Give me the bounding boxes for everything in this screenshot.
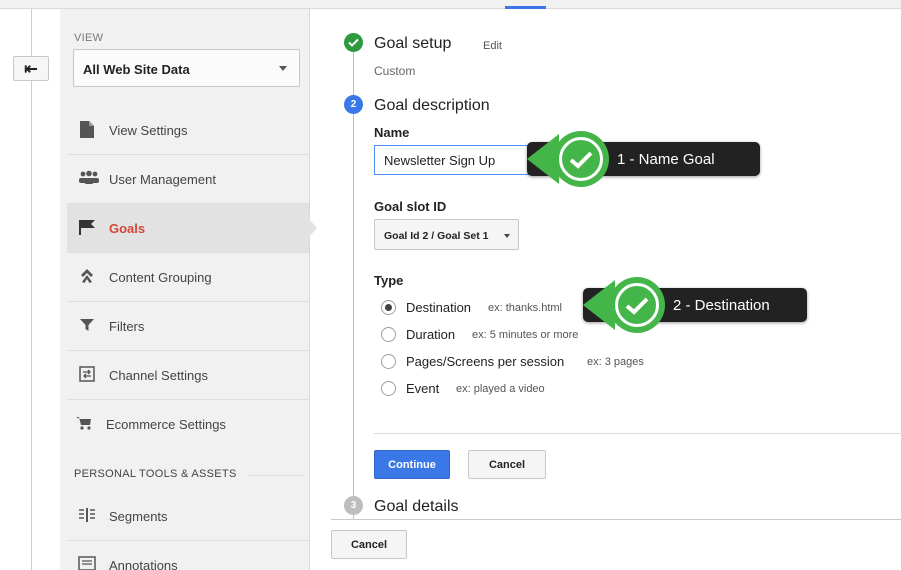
bottom-cancel-button[interactable]: Cancel bbox=[331, 530, 407, 559]
step-goal-description-title: Goal description bbox=[374, 97, 490, 114]
sidebar-item-filters[interactable]: Filters bbox=[67, 302, 309, 351]
sidebar-item-label: Content Grouping bbox=[109, 270, 212, 285]
callout-destination: 2 - Destination bbox=[583, 277, 807, 333]
section-divider bbox=[248, 475, 304, 476]
step-goal-setup-title: Goal setup bbox=[374, 35, 452, 52]
chevron-down-icon bbox=[504, 234, 510, 238]
annotations-icon bbox=[78, 556, 96, 570]
callout-name-goal: 1 - Name Goal bbox=[527, 131, 760, 187]
bottom-divider bbox=[331, 519, 901, 520]
back-button[interactable]: ⇤ bbox=[13, 56, 49, 81]
view-label: VIEW bbox=[74, 32, 104, 44]
step-goal-details-title: Goal details bbox=[374, 498, 459, 515]
checkmark-badge-icon bbox=[609, 277, 665, 333]
users-icon bbox=[78, 170, 99, 188]
goal-slot-select[interactable]: Goal Id 2 / Goal Set 1 bbox=[374, 219, 519, 250]
type-option-example: ex: played a video bbox=[456, 383, 545, 395]
segments-icon bbox=[78, 507, 96, 525]
goal-setup-summary: Custom bbox=[374, 64, 416, 78]
sidebar-item-label: Goals bbox=[109, 221, 146, 236]
sidebar-item-view-settings[interactable]: View Settings bbox=[67, 106, 309, 155]
sidebar: VIEW All Web Site Data View Settings Use… bbox=[60, 9, 317, 570]
type-option-example: ex: 5 minutes or more bbox=[472, 329, 579, 341]
section-heading: PERSONAL TOOLS & ASSETS bbox=[74, 468, 237, 480]
step-connector bbox=[353, 49, 354, 519]
type-option-label: Pages/Screens per session bbox=[406, 354, 565, 369]
sidebar-item-content-grouping[interactable]: Content Grouping bbox=[67, 253, 309, 302]
sidebar-item-channel-settings[interactable]: Channel Settings bbox=[67, 351, 309, 400]
sidebar-item-label: Filters bbox=[109, 319, 145, 334]
top-bar bbox=[0, 0, 901, 9]
view-select[interactable]: All Web Site Data bbox=[73, 49, 300, 87]
radio-button[interactable] bbox=[381, 381, 396, 396]
left-rail bbox=[0, 9, 60, 570]
goal-slot-value: Goal Id 2 / Goal Set 1 bbox=[384, 230, 489, 242]
type-option-label: Duration bbox=[406, 327, 456, 342]
filter-icon bbox=[78, 317, 96, 335]
form-divider bbox=[374, 433, 901, 434]
radio-button[interactable] bbox=[381, 300, 396, 315]
radio-button[interactable] bbox=[381, 354, 396, 369]
sidebar-item-goals[interactable]: Goals bbox=[67, 204, 317, 253]
goal-name-input[interactable] bbox=[374, 145, 537, 175]
sidebar-item-label: User Management bbox=[109, 172, 216, 187]
back-arrow-icon: ⇤ bbox=[24, 60, 38, 78]
checkmark-badge-icon bbox=[553, 131, 609, 187]
callout-text: 1 - Name Goal bbox=[617, 150, 715, 168]
edit-link[interactable]: Edit bbox=[483, 40, 502, 52]
left-rail-line bbox=[31, 9, 32, 570]
sidebar-item-label: Segments bbox=[109, 509, 168, 524]
type-option-label: Destination bbox=[406, 300, 472, 315]
channel-icon bbox=[78, 366, 96, 384]
type-option-example: ex: 3 pages bbox=[587, 356, 644, 368]
type-label: Type bbox=[374, 273, 404, 288]
step-number-badge: 3 bbox=[344, 496, 363, 515]
checkmark-icon bbox=[344, 33, 363, 52]
cart-icon bbox=[75, 415, 93, 433]
sidebar-item-label: Ecommerce Settings bbox=[106, 417, 226, 432]
continue-button[interactable]: Continue bbox=[374, 450, 450, 479]
sidebar-item-segments[interactable]: Segments bbox=[67, 492, 309, 541]
type-option-label: Event bbox=[406, 381, 440, 396]
sidebar-item-user-management[interactable]: User Management bbox=[67, 155, 309, 204]
radio-button[interactable] bbox=[381, 327, 396, 342]
goal-slot-label: Goal slot ID bbox=[374, 199, 447, 214]
type-option-example: ex: thanks.html bbox=[488, 302, 562, 314]
sidebar-item-ecommerce-settings[interactable]: Ecommerce Settings bbox=[67, 400, 309, 449]
sidebar-item-label: Annotations bbox=[109, 558, 178, 570]
step-number-badge: 2 bbox=[344, 95, 363, 114]
chevron-down-icon bbox=[279, 66, 287, 71]
cancel-button[interactable]: Cancel bbox=[468, 450, 546, 479]
document-icon bbox=[78, 121, 96, 139]
callout-text: 2 - Destination bbox=[673, 296, 770, 314]
flag-icon bbox=[78, 219, 96, 237]
view-select-value: All Web Site Data bbox=[83, 62, 190, 77]
grouping-icon bbox=[78, 268, 96, 286]
sidebar-item-annotations[interactable]: Annotations bbox=[67, 541, 309, 570]
sidebar-item-label: View Settings bbox=[109, 123, 188, 138]
sidebar-item-label: Channel Settings bbox=[109, 368, 209, 383]
name-label: Name bbox=[374, 125, 410, 140]
